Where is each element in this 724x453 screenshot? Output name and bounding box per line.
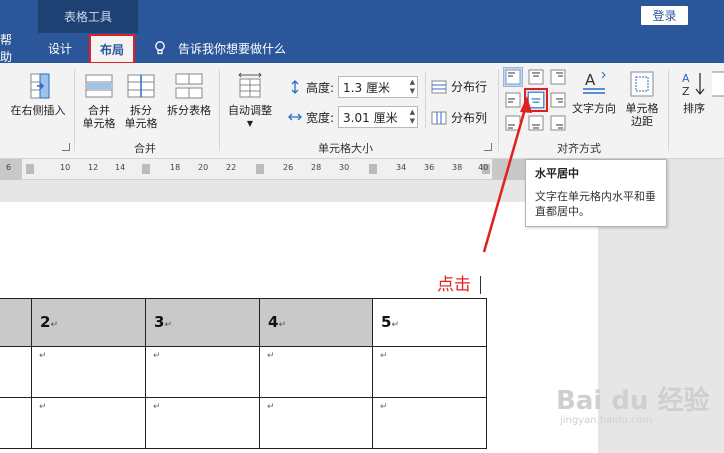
baidu-jingyan-watermark: Bai du 经验 jingyan.baidu.com [556,380,710,426]
text-cursor [480,276,481,294]
click-hint-label: 点击 [437,275,471,295]
watermark-main: Bai du 经验 [556,386,710,416]
